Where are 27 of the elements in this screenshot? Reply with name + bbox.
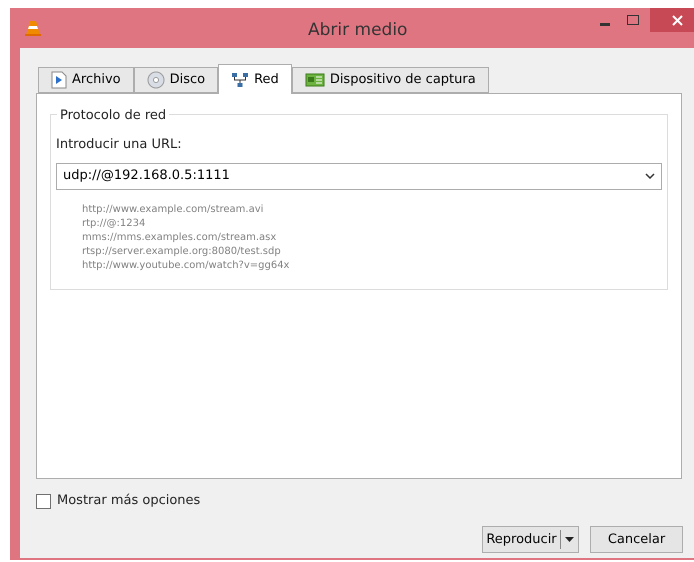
checkbox[interactable] (36, 494, 51, 508)
url-example: mms://mms.examples.com/stream.asx (82, 230, 278, 244)
url-label: Introducir una URL: (56, 136, 183, 154)
minimize-icon (600, 22, 610, 26)
maximize-icon (627, 15, 639, 25)
tab[interactable]: Archivo (38, 67, 134, 93)
url-example: rtp://@:1234 (82, 216, 146, 230)
network-icon (231, 72, 250, 88)
play-split-button[interactable]: Reproducir (482, 526, 579, 553)
url-combo-box[interactable]: udp://@192.168.0.5:1111 (56, 162, 662, 190)
traffic-cone-icon (24, 19, 42, 37)
close-button[interactable] (650, 8, 694, 32)
tab[interactable]: Red (218, 64, 292, 94)
disc-icon (146, 71, 165, 89)
window-title: Abrir medio (308, 19, 408, 42)
cancel-button[interactable]: Cancelar (590, 526, 683, 553)
capture-card-icon (304, 72, 325, 88)
close-icon (672, 14, 682, 26)
chevron-down-icon (645, 173, 655, 179)
checkbox-label: Mostrar más opciones (57, 492, 200, 510)
tab[interactable]: Disco (134, 67, 218, 93)
url-example: http://www.youtube.com/watch?v=gg64x (82, 258, 290, 272)
video-file-icon (51, 71, 67, 89)
url-example: rtsp://server.example.org:8080/test.sdp (82, 244, 282, 258)
url-example: http://www.example.com/stream.avi (82, 202, 264, 216)
caret-icon (565, 537, 574, 542)
tab[interactable]: Dispositivo de captura (292, 67, 489, 93)
